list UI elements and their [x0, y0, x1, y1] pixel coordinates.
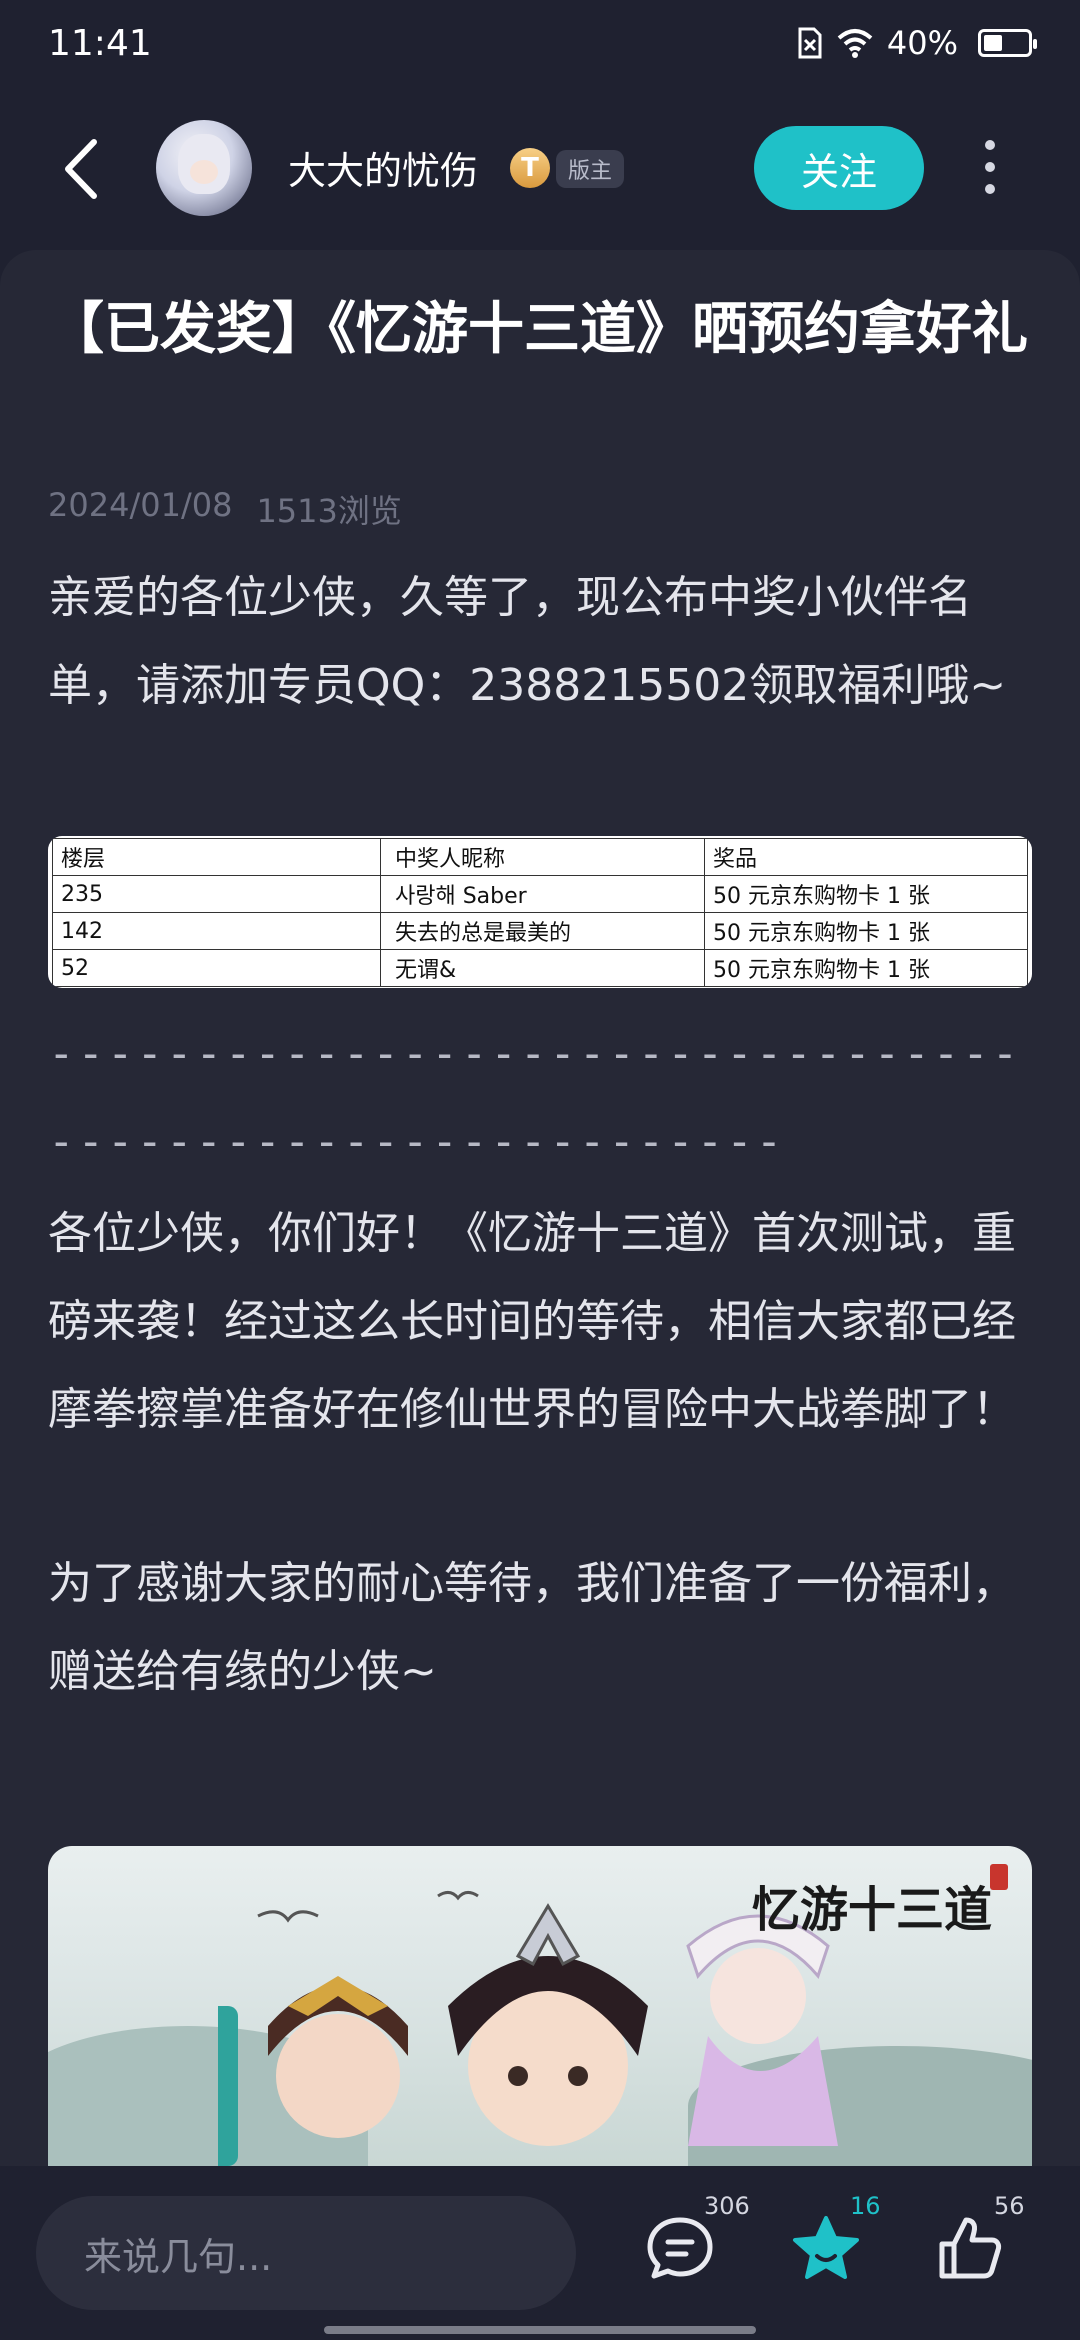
dashed-divider: ----------------------------------------… — [48, 1028, 1022, 1167]
like-button[interactable]: 56 — [934, 2192, 1025, 2292]
follow-button[interactable]: 关注 — [754, 126, 924, 210]
post-paragraph-announcement: 亲爱的各位少侠，久等了，现公布中奖小伙伴名单，请添加专员QQ：238821550… — [48, 572, 1007, 711]
post-header: 大大的忧伤 T 版主 关注 — [0, 110, 1080, 230]
table-header-cell: 中奖人昵称 — [380, 838, 705, 876]
level-badge: T — [510, 148, 550, 188]
home-indicator[interactable] — [324, 2326, 756, 2334]
table-header-cell: 楼层 — [52, 838, 381, 876]
comment-input[interactable]: 来说几句... — [36, 2196, 576, 2310]
table-cell: 失去的总是最美的 — [380, 912, 705, 950]
author-name[interactable]: 大大的忧伤 — [288, 140, 478, 195]
post-date: 2024/01/08 — [48, 486, 233, 524]
post-paragraph-intro: 各位少侠，你们好！《忆游十三道》首次测试，重磅来袭！经过这么长时间的等待，相信大… — [48, 1208, 1016, 1435]
post-meta: 2024/01/08 1513浏览 — [48, 486, 402, 532]
game-logo: 忆游十三道 — [751, 1882, 992, 1938]
table-cell: 142 — [52, 912, 381, 950]
status-icons: 40% — [797, 24, 1037, 62]
banner-seal — [990, 1864, 1008, 1890]
table-header-row: 楼层 中奖人昵称 奖品 — [52, 838, 1028, 876]
table-cell: 无谓& — [380, 949, 705, 987]
table-cell: 235 — [52, 875, 381, 913]
battery-percent: 40% — [886, 24, 958, 62]
comment-count: 306 — [704, 2192, 750, 2220]
bottom-action-bar: 来说几句... 306 16 56 — [0, 2166, 1080, 2340]
star-icon — [793, 2216, 859, 2279]
sim-off-icon — [798, 27, 822, 59]
table-cell: 50 元京东购物卡 1 张 — [704, 912, 1028, 950]
battery-icon — [978, 29, 1037, 57]
moderator-badge: 版主 — [556, 150, 625, 188]
thumbs-up-icon — [939, 2217, 1002, 2279]
table-row: 235 사랑해 Saber 50 元京东购物卡 1 张 — [52, 875, 1028, 913]
table-row: 142 失去的总是最美的 50 元京东购物卡 1 张 — [52, 912, 1028, 950]
table-cell: 50 元京东购物卡 1 张 — [704, 875, 1028, 913]
author-avatar[interactable] — [156, 120, 252, 216]
collect-count: 16 — [850, 2192, 881, 2220]
status-time: 11:41 — [48, 22, 152, 64]
winners-table-image[interactable]: 楼层 中奖人昵称 奖品 235 사랑해 Saber 50 元京东购物卡 1 张 … — [48, 836, 1032, 988]
comment-button[interactable]: 306 — [644, 2192, 750, 2292]
status-bar: 11:41 40% — [0, 0, 1080, 86]
table-row: 52 无谓& 50 元京东购物卡 1 张 — [52, 949, 1028, 987]
winners-table: 楼层 中奖人昵称 奖品 235 사랑해 Saber 50 元京东购物卡 1 张 … — [52, 838, 1028, 987]
more-options-icon[interactable] — [978, 140, 1002, 200]
comment-icon — [647, 2217, 713, 2279]
like-count: 56 — [994, 2192, 1025, 2220]
post-views: 1513浏览 — [256, 492, 402, 530]
collect-button[interactable]: 16 — [790, 2192, 881, 2292]
post-paragraph-thanks: 为了感谢大家的耐心等待，我们准备了一份福利，赠送给有缘的少侠~ — [48, 1558, 1016, 1697]
table-cell: 50 元京东购物卡 1 张 — [704, 949, 1028, 987]
wifi-icon — [837, 29, 873, 58]
table-header-cell: 奖品 — [704, 838, 1028, 876]
game-banner-image[interactable]: 忆游十三道 — [48, 1846, 1032, 2166]
table-cell: 사랑해 Saber — [380, 875, 705, 913]
back-arrow-icon[interactable] — [54, 134, 114, 204]
post-title: 【已发奖】《忆游十三道》晒预约拿好礼 — [48, 297, 1028, 362]
table-cell: 52 — [52, 949, 381, 987]
